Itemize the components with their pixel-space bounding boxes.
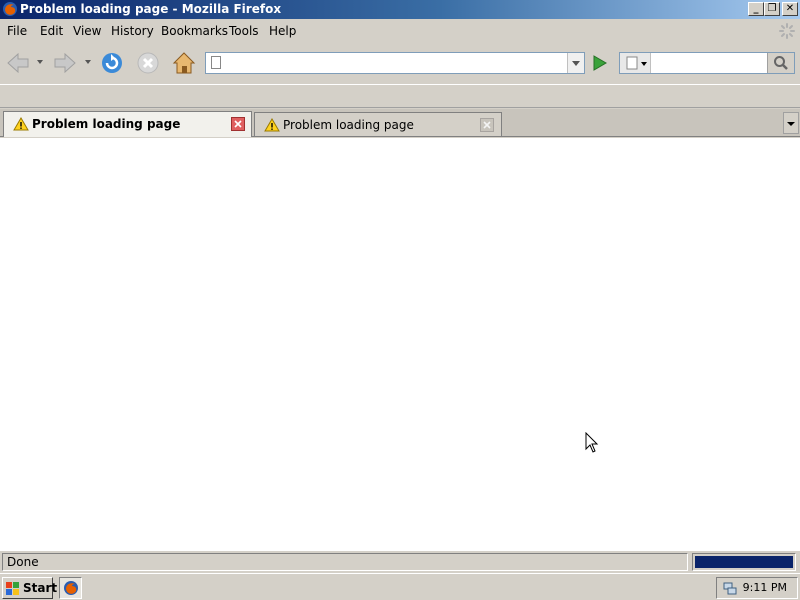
menu-view[interactable]: View	[73, 24, 101, 38]
system-tray: 9:11 PM	[716, 577, 798, 599]
url-bar[interactable]	[205, 52, 585, 74]
search-icon	[774, 56, 788, 70]
tab-strip: Problem loading page Problem loading pag…	[0, 109, 800, 137]
warning-icon	[264, 118, 280, 132]
tab-label: Problem loading page	[32, 117, 181, 131]
bookmarks-toolbar	[0, 84, 800, 108]
tab-label: Problem loading page	[283, 118, 414, 132]
progress-meter	[692, 553, 796, 571]
restore-icon: ❐	[767, 3, 777, 14]
url-input[interactable]	[226, 54, 570, 74]
taskbar: Start 9:11 PM	[0, 573, 800, 600]
home-icon[interactable]	[171, 50, 197, 76]
stop-icon[interactable]	[135, 50, 161, 76]
back-history-arrow-icon[interactable]	[37, 60, 43, 64]
forward-history-arrow-icon[interactable]	[85, 60, 91, 64]
url-history-dropdown[interactable]	[567, 53, 584, 73]
status-text: Done	[2, 553, 688, 571]
page-content[interactable]	[0, 138, 800, 550]
chevron-down-icon	[787, 122, 795, 126]
network-icon[interactable]	[723, 581, 737, 595]
menu-file[interactable]: File	[7, 24, 27, 38]
close-icon	[483, 121, 491, 129]
mouse-cursor-icon	[585, 432, 599, 453]
title-bar[interactable]: Problem loading page - Mozilla Firefox _…	[0, 0, 800, 19]
tab-problem-loading-page-1[interactable]: Problem loading page	[3, 111, 252, 137]
search-input[interactable]	[653, 54, 769, 74]
search-button[interactable]	[767, 53, 794, 73]
minimize-button[interactable]: _	[748, 2, 764, 16]
menu-help[interactable]: Help	[269, 24, 296, 38]
page-icon	[211, 56, 221, 69]
close-window-button[interactable]: ✕	[782, 2, 798, 16]
tab-close-button[interactable]	[480, 118, 494, 132]
clock[interactable]: 9:11 PM	[743, 581, 787, 594]
search-engine-page-icon	[626, 56, 638, 70]
start-label: Start	[23, 581, 58, 595]
window-title: Problem loading page - Mozilla Firefox	[20, 2, 282, 16]
back-icon[interactable]	[5, 50, 31, 76]
tab-problem-loading-page-2[interactable]: Problem loading page	[254, 112, 502, 136]
minimize-icon: _	[753, 3, 759, 14]
quicklaunch-firefox-button[interactable]	[59, 577, 82, 599]
chevron-down-icon	[572, 61, 580, 66]
menu-history[interactable]: History	[111, 24, 154, 38]
status-bar: Done	[0, 550, 800, 572]
menu-bookmarks[interactable]: Bookmarks	[161, 24, 228, 38]
tab-close-button[interactable]	[231, 117, 245, 131]
restore-button[interactable]: ❐	[764, 2, 780, 16]
close-icon	[234, 120, 242, 128]
search-bar[interactable]	[619, 52, 795, 74]
reload-icon[interactable]	[99, 50, 125, 76]
go-icon[interactable]	[589, 54, 609, 72]
close-icon: ✕	[785, 3, 795, 14]
firefox-logo-icon	[3, 2, 17, 16]
menu-tools[interactable]: Tools	[229, 24, 259, 38]
menu-bar: File Edit View History Bookmarks Tools H…	[0, 20, 800, 42]
search-engine-selector[interactable]	[620, 53, 651, 73]
chevron-down-icon	[641, 62, 647, 66]
tab-list-button[interactable]	[783, 112, 799, 134]
menu-edit[interactable]: Edit	[40, 24, 63, 38]
windows-logo-icon	[6, 582, 19, 595]
progress-fill	[695, 556, 793, 568]
warning-icon	[13, 117, 29, 131]
forward-icon[interactable]	[52, 50, 78, 76]
firefox-icon	[64, 581, 78, 595]
start-button[interactable]: Start	[2, 577, 57, 599]
throbber-icon	[779, 23, 795, 39]
